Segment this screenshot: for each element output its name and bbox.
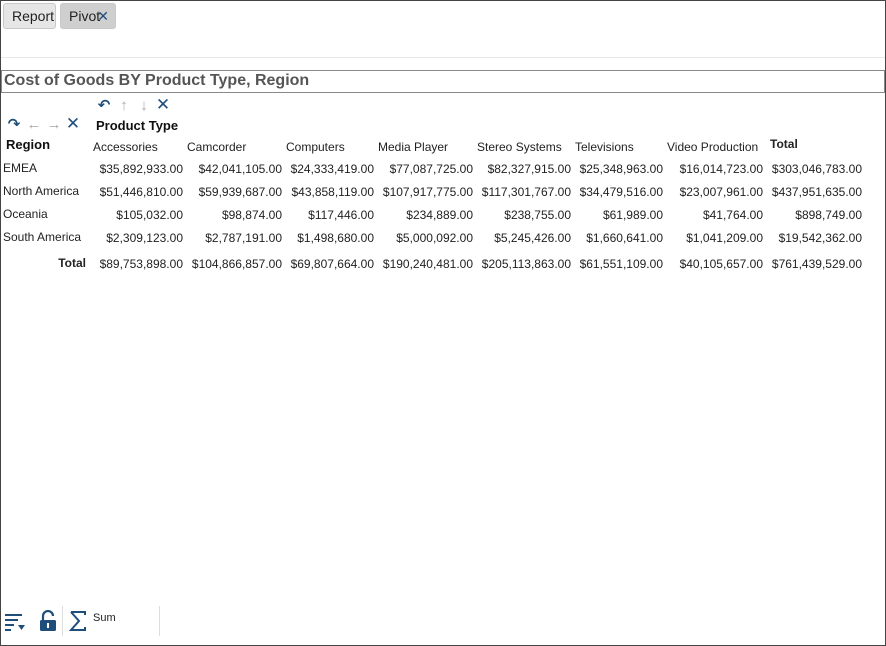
- data-cell: $34,479,516.00: [579, 185, 663, 199]
- data-cell: $51,446,810.00: [99, 185, 183, 199]
- tab-divider: [1, 57, 885, 58]
- data-cell: $107,917,775.00: [382, 185, 473, 199]
- column-header[interactable]: Stereo Systems: [477, 140, 562, 154]
- column-header-total: Total: [770, 137, 798, 151]
- data-cell: $437,951,635.00: [771, 185, 862, 199]
- close-icon[interactable]: ✕: [97, 4, 109, 28]
- row-header[interactable]: EMEA: [3, 161, 37, 175]
- data-cell: $303,046,783.00: [771, 162, 862, 176]
- total-cell: $761,439,529.00: [771, 257, 862, 271]
- arrow-down-icon[interactable]: ↓: [136, 98, 152, 114]
- total-cell: $104,866,857.00: [191, 257, 282, 271]
- data-cell: $117,301,767.00: [481, 185, 571, 199]
- data-cell: $5,000,092.00: [396, 231, 473, 245]
- tab-report-label: Report: [12, 8, 55, 24]
- sort-icon[interactable]: [4, 610, 26, 632]
- arrow-up-icon[interactable]: ↑: [116, 98, 132, 114]
- column-header[interactable]: Camcorder: [187, 140, 246, 154]
- data-cell: $59,939,687.00: [198, 185, 282, 199]
- data-cell: $2,787,191.00: [205, 231, 282, 245]
- page-title: Cost of Goods BY Product Type, Region: [4, 72, 310, 89]
- data-cell: $5,245,426.00: [494, 231, 571, 245]
- column-header[interactable]: Accessories: [93, 140, 158, 154]
- data-cell: $43,858,119.00: [291, 185, 374, 199]
- data-cell: $42,041,105.00: [198, 162, 282, 176]
- data-cell: $1,498,680.00: [297, 231, 374, 245]
- column-header[interactable]: Televisions: [575, 140, 634, 154]
- tab-pivot[interactable]: Pivot ✕: [60, 3, 116, 29]
- lock-icon: [40, 609, 56, 631]
- arrow-right-icon[interactable]: →: [46, 117, 62, 133]
- remove-row-dim-icon[interactable]: ✕: [65, 115, 81, 132]
- sort-icon: [5, 614, 25, 631]
- data-cell: $77,087,725.00: [389, 162, 473, 176]
- aggregate-label[interactable]: Sum: [93, 612, 116, 624]
- data-cell: $2,309,123.00: [106, 231, 183, 245]
- tab-report[interactable]: Report: [3, 3, 56, 29]
- column-header[interactable]: Media Player: [378, 140, 448, 154]
- arrow-left-icon[interactable]: ←: [26, 117, 42, 133]
- total-cell: $69,807,664.00: [290, 257, 374, 271]
- data-cell: $25,348,963.00: [579, 162, 663, 176]
- total-cell: $190,240,481.00: [382, 257, 473, 271]
- data-cell: $117,446.00: [308, 208, 374, 222]
- data-cell: $19,542,362.00: [778, 231, 862, 245]
- pivot-window: [0, 0, 886, 646]
- data-cell: $98,874.00: [221, 208, 282, 222]
- undo-rotate-icon[interactable]: ↶: [96, 98, 112, 114]
- redo-rotate-icon[interactable]: ↷: [6, 117, 22, 133]
- row-header[interactable]: South America: [3, 230, 81, 244]
- report-title-bar: Cost of Goods BY Product Type, Region: [1, 70, 885, 93]
- data-cell: $898,749.00: [795, 208, 862, 222]
- data-cell: $105,032.00: [116, 208, 183, 222]
- remove-column-dim-icon[interactable]: ✕: [155, 96, 171, 113]
- data-cell: $61,989.00: [602, 208, 663, 222]
- data-cell: $1,660,641.00: [586, 231, 663, 245]
- column-header[interactable]: Video Production: [667, 140, 758, 154]
- data-cell: $35,892,933.00: [99, 162, 183, 176]
- data-cell: $82,327,915.00: [487, 162, 571, 176]
- total-cell: $205,113,863.00: [481, 257, 571, 271]
- data-cell: $41,764.00: [702, 208, 763, 222]
- data-cell: $16,014,723.00: [679, 162, 763, 176]
- sigma-icon: [68, 611, 86, 631]
- data-cell: $24,333,419.00: [290, 162, 374, 176]
- column-dimension-label[interactable]: Product Type: [96, 118, 178, 133]
- row-dimension-label[interactable]: Region: [6, 137, 50, 152]
- data-cell: $238,755.00: [504, 208, 571, 222]
- toolbar-divider: [159, 606, 160, 636]
- lock-icon[interactable]: [37, 609, 59, 632]
- total-cell: $89,753,898.00: [99, 257, 183, 271]
- row-header-total: Total: [58, 256, 86, 270]
- row-header[interactable]: Oceania: [3, 207, 48, 221]
- total-cell: $61,551,109.00: [579, 257, 663, 271]
- sigma-icon[interactable]: [67, 610, 89, 632]
- row-header[interactable]: North America: [3, 184, 79, 198]
- column-header[interactable]: Computers: [286, 140, 345, 154]
- data-cell: $1,041,209.00: [686, 231, 763, 245]
- data-cell: $23,007,961.00: [679, 185, 763, 199]
- total-cell: $40,105,657.00: [679, 257, 763, 271]
- data-cell: $234,889.00: [406, 208, 473, 222]
- tab-pivot-label: Pivot: [69, 8, 101, 24]
- toolbar-divider: [62, 606, 63, 636]
